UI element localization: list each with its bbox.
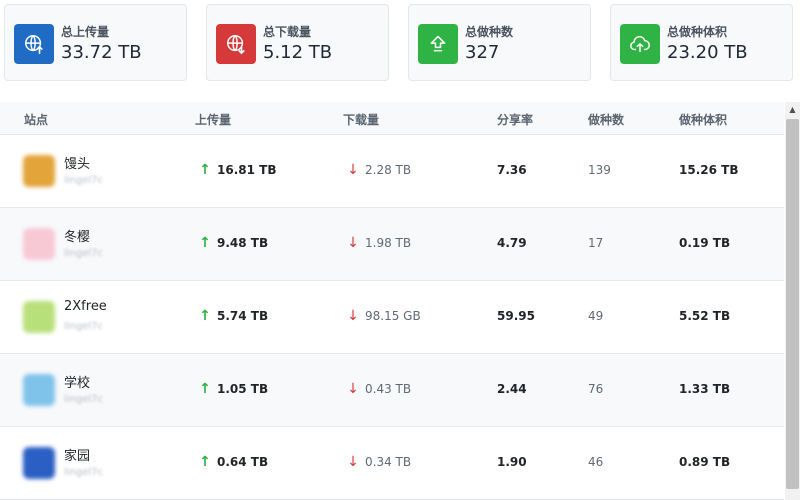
- cell-value: 1.05 TB: [217, 382, 269, 396]
- cell-ratio: 7.36: [497, 163, 527, 177]
- arrow-up-icon: ↑: [199, 454, 211, 470]
- cell-value: 0.43 TB: [365, 382, 412, 396]
- cell-seed-size: 15.26 TB: [679, 163, 739, 177]
- cell-upload: ↑ 0.64 TB: [199, 455, 268, 469]
- stat-card-total-seeds: 总做种数 327: [408, 4, 591, 81]
- arrow-down-icon: ↓: [347, 235, 359, 251]
- globe-upload-icon: [14, 24, 54, 64]
- site-logo: [23, 301, 55, 333]
- cell-value: 98.15 GB: [365, 309, 421, 323]
- scrollbar-thumb[interactable]: [786, 119, 799, 489]
- cell-seeds: 17: [588, 236, 604, 250]
- cell-upload: ↑ 1.05 TB: [199, 382, 268, 396]
- site-name[interactable]: 家园: [64, 445, 90, 464]
- cell-ratio: 2.44: [497, 382, 527, 396]
- stat-card-total-upload: 总上传量 33.72 TB: [4, 4, 187, 81]
- table-row[interactable]: 馒头 lingel7c ↑ 16.81 TB ↓ 2.28 TB 7.36 139 15.26 …: [0, 135, 784, 208]
- site-logo: [23, 228, 55, 260]
- site-logo: [23, 447, 55, 479]
- seed-upload-icon: [418, 24, 458, 64]
- column-header-seeds[interactable]: 做种数: [588, 111, 624, 128]
- arrow-down-icon: ↓: [347, 454, 359, 470]
- stat-value: 5.12 TB: [263, 42, 333, 63]
- site-username: lingel7c: [64, 394, 104, 405]
- stat-label: 总做种数: [465, 25, 514, 39]
- cell-value: 2.28 TB: [365, 163, 412, 177]
- stat-value: 23.20 TB: [667, 42, 748, 63]
- site-name[interactable]: 馒头: [64, 153, 90, 172]
- stat-card-total-download: 总下载量 5.12 TB: [206, 4, 389, 81]
- column-header-ratio[interactable]: 分享率: [497, 111, 533, 128]
- cell-seed-size: 1.33 TB: [679, 382, 731, 396]
- vertical-scrollbar[interactable]: ▲: [785, 102, 800, 500]
- stat-value: 33.72 TB: [61, 42, 142, 63]
- site-logo: [23, 374, 55, 406]
- cell-value: 0.64 TB: [217, 455, 269, 469]
- site-name[interactable]: 2Xfree: [64, 299, 107, 314]
- arrow-down-icon: ↓: [347, 381, 359, 397]
- cell-download: ↓ 0.43 TB: [347, 382, 411, 396]
- cell-download: ↓ 2.28 TB: [347, 163, 411, 177]
- table-row[interactable]: 家园 lingel7c ↑ 0.64 TB ↓ 0.34 TB 1.90 46 0.89 TB: [0, 427, 784, 500]
- site-name[interactable]: 冬樱: [64, 226, 90, 245]
- arrow-down-icon: ↓: [347, 162, 359, 178]
- cell-ratio: 4.79: [497, 236, 527, 250]
- site-username: lingel7c: [64, 321, 104, 332]
- cell-value: 5.74 TB: [217, 309, 269, 323]
- stat-label: 总下载量: [263, 25, 312, 39]
- cell-ratio: 1.90: [497, 455, 527, 469]
- stat-card-total-seed-size: 总做种体积 23.20 TB: [610, 4, 793, 81]
- stat-value: 327: [465, 42, 500, 63]
- cell-ratio: 59.95: [497, 309, 535, 323]
- cell-seed-size: 5.52 TB: [679, 309, 731, 323]
- cell-upload: ↑ 5.74 TB: [199, 309, 268, 323]
- cell-value: 16.81 TB: [217, 163, 277, 177]
- cell-upload: ↑ 9.48 TB: [199, 236, 268, 250]
- column-header-download[interactable]: 下载量: [343, 111, 379, 128]
- globe-download-icon: [216, 24, 256, 64]
- cell-value: 1.98 TB: [365, 236, 412, 250]
- column-header-site[interactable]: 站点: [24, 111, 48, 128]
- cell-download: ↓ 1.98 TB: [347, 236, 411, 250]
- table-row[interactable]: 2Xfree lingel7c ↑ 5.74 TB ↓ 98.15 GB 59.95 49 5.…: [0, 281, 784, 354]
- cell-seed-size: 0.89 TB: [679, 455, 731, 469]
- cell-seeds: 46: [588, 455, 604, 469]
- table-row[interactable]: 学校 lingel7c ↑ 1.05 TB ↓ 0.43 TB 2.44 76 1.33 TB: [0, 354, 784, 427]
- arrow-up-icon: ↑: [199, 235, 211, 251]
- site-name[interactable]: 学校: [64, 372, 90, 391]
- cell-seeds: 76: [588, 382, 604, 396]
- table-row[interactable]: 冬樱 lingel7c ↑ 9.48 TB ↓ 1.98 TB 4.79 17 0.19 TB: [0, 208, 784, 281]
- column-header-upload[interactable]: 上传量: [195, 111, 231, 128]
- cell-value: 0.34 TB: [365, 455, 412, 469]
- stat-label: 总上传量: [61, 25, 110, 39]
- cell-value: 9.48 TB: [217, 236, 269, 250]
- arrow-down-icon: ↓: [347, 308, 359, 324]
- cell-seeds: 139: [588, 163, 611, 177]
- site-logo: [23, 155, 55, 187]
- arrow-up-icon: ↑: [199, 308, 211, 324]
- cloud-upload-icon: [620, 24, 660, 64]
- stats-cards: 总上传量 33.72 TB 总下载量 5.12 TB 总做种数 327 总做种体…: [0, 0, 804, 90]
- column-header-seed-size[interactable]: 做种体积: [679, 111, 727, 128]
- cell-download: ↓ 98.15 GB: [347, 309, 421, 323]
- table-header: 站点 上传量 下载量 分享率 做种数 做种体积: [0, 102, 784, 135]
- scroll-up-icon[interactable]: ▲: [785, 102, 800, 117]
- cell-upload: ↑ 16.81 TB: [199, 163, 276, 177]
- cell-seed-size: 0.19 TB: [679, 236, 731, 250]
- site-stats-table: 站点 上传量 下载量 分享率 做种数 做种体积 馒头 lingel7c ↑ 16.81…: [0, 102, 784, 500]
- stat-label: 总做种体积: [667, 25, 728, 39]
- site-username: lingel7c: [64, 467, 104, 478]
- arrow-up-icon: ↑: [199, 162, 211, 178]
- site-username: lingel7c: [64, 175, 104, 186]
- site-username: lingel7c: [64, 248, 104, 259]
- arrow-up-icon: ↑: [199, 381, 211, 397]
- cell-download: ↓ 0.34 TB: [347, 455, 411, 469]
- cell-seeds: 49: [588, 309, 604, 323]
